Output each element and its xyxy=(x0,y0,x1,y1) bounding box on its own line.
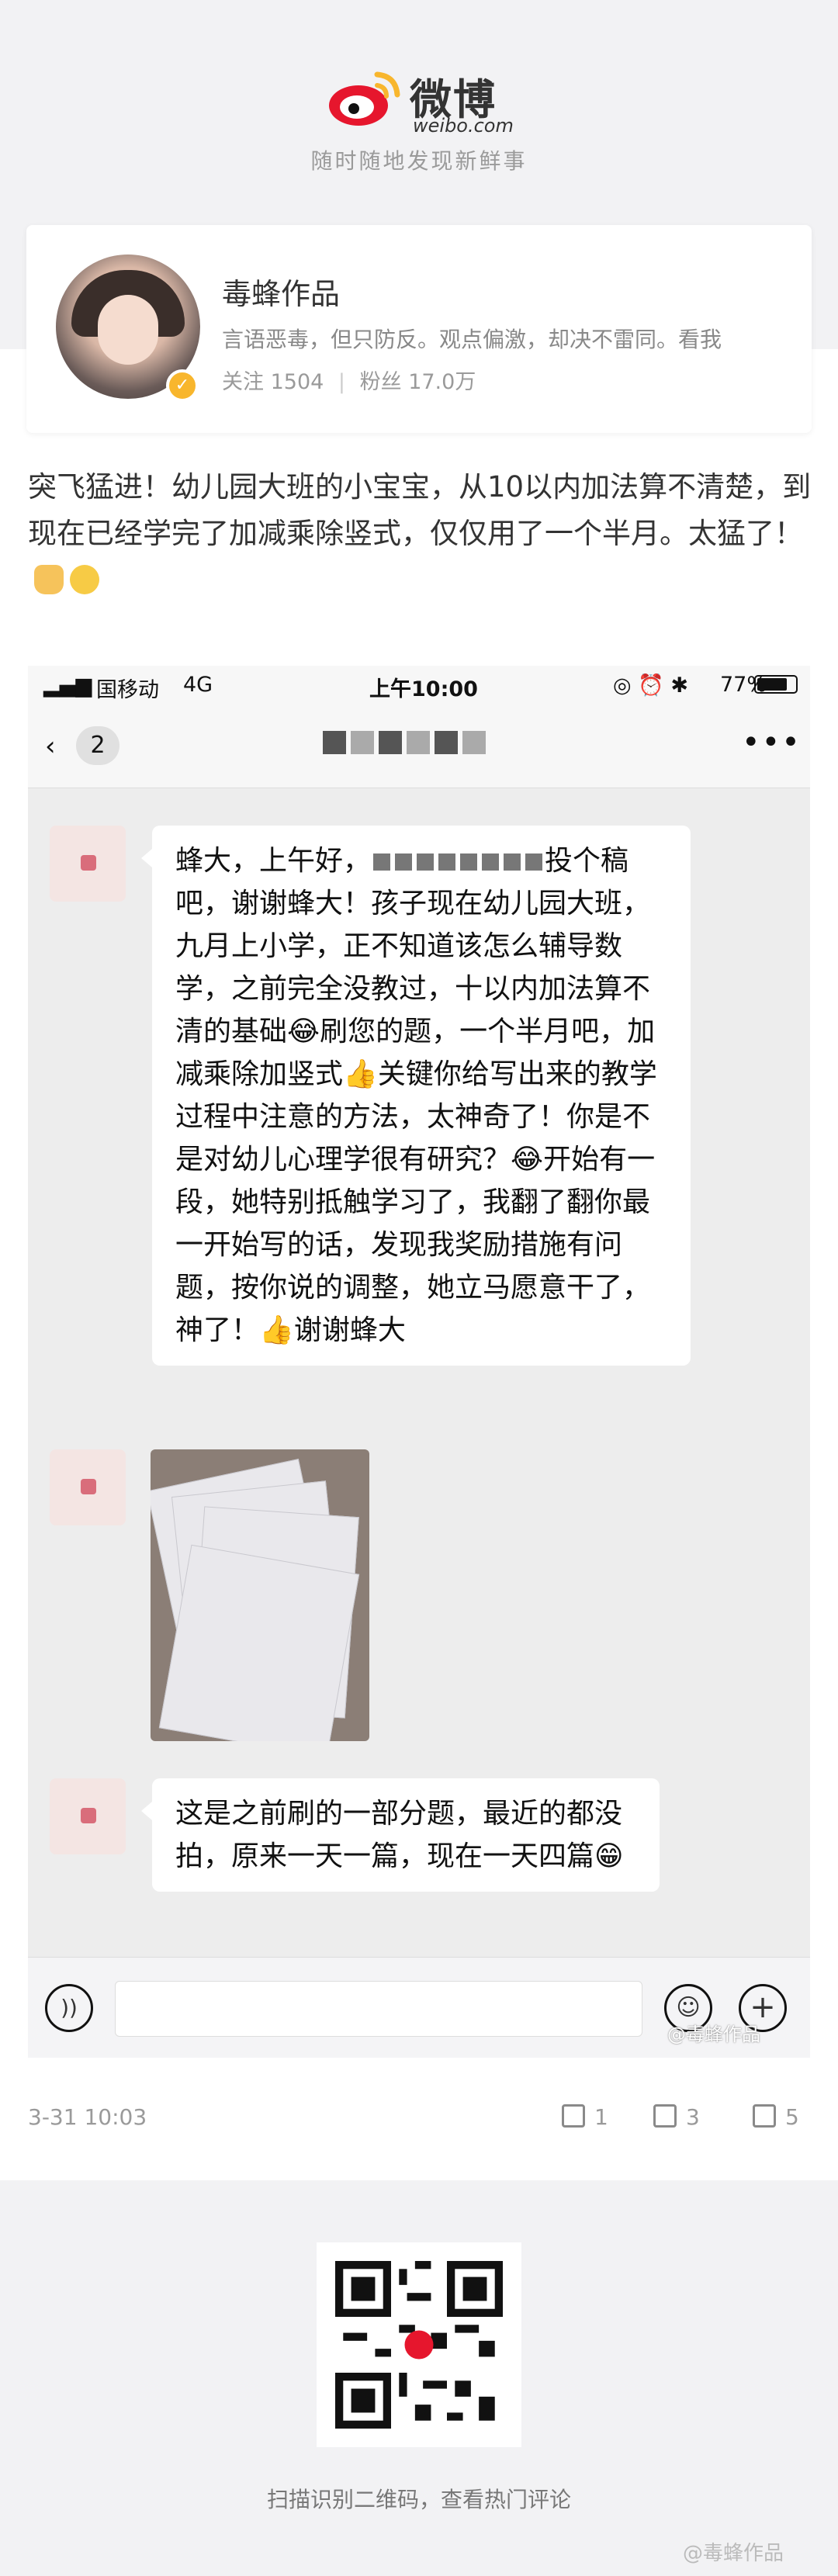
qr-caption: 扫描识别二维码，查看热门评论 xyxy=(266,2487,571,2512)
comment-button[interactable]: 3 xyxy=(653,2104,700,2130)
followers-label: 粉丝 xyxy=(359,370,402,394)
unread-badge[interactable]: 2 xyxy=(76,726,119,765)
share-button[interactable]: 1 xyxy=(562,2104,608,2130)
like-button[interactable]: 5 xyxy=(753,2104,799,2130)
chat-bubble[interactable]: 蜂大，上午好， 投个稿吧，谢谢蜂大！孩子现在幼儿园大班，九月上小学，正不知道该怎么… xyxy=(141,826,691,1366)
share-count: 1 xyxy=(594,2104,608,2130)
weibo-logo-icon xyxy=(329,71,400,126)
alarm-bluetooth-icon: ◎ ⏰ ✱ xyxy=(613,673,688,698)
kiss-emoji-icon xyxy=(70,565,99,594)
message-text: 蜂大，上午好， xyxy=(175,845,372,877)
carrier-name: 国移动 xyxy=(96,678,159,702)
chat-title-mosaic xyxy=(323,731,556,762)
like-icon xyxy=(753,2104,776,2128)
verified-badge-icon: ✓ xyxy=(166,369,199,402)
voice-icon[interactable]: )) xyxy=(45,1984,93,2032)
comment-icon xyxy=(653,2104,677,2128)
weibo-header: 微博 weibo.com xyxy=(0,54,838,140)
followers-count: 17.0万 xyxy=(408,370,476,394)
share-icon xyxy=(562,2104,585,2128)
profile-name[interactable]: 毒蜂作品 xyxy=(222,270,340,313)
bottom-watermark: @毒蜂作品 xyxy=(683,2542,784,2565)
signal-icon: ▂▄▆ xyxy=(43,673,92,698)
worksheet-photo[interactable] xyxy=(151,1449,369,1741)
battery-icon xyxy=(754,675,798,694)
network-type: 4G xyxy=(183,673,213,697)
logo-domain: weibo.com xyxy=(413,115,514,137)
post-date: 3-31 10:03 xyxy=(28,2104,147,2130)
qr-code[interactable] xyxy=(317,2242,521,2447)
message-text: 投个稿吧，谢谢蜂大！孩子现在幼儿园大班，九月上小学，正不知道该怎么辅导数学，之前… xyxy=(175,845,657,1346)
chat-nav-bar: ‹ 2 ••• xyxy=(28,703,810,788)
chat-avatar[interactable] xyxy=(50,826,126,902)
post-body: 突飞猛进！幼儿园大班的小宝宝，从10以内加法算不清楚，到现在已经学完了加减乘除竖… xyxy=(28,470,812,550)
avatar-face xyxy=(98,295,158,365)
phone-status-bar: ▂▄▆ 国移动 4G 上午10:00 ◎ ⏰ ✱ 77% xyxy=(28,666,810,703)
chat-avatar[interactable] xyxy=(50,1778,126,1854)
following-label: 关注 xyxy=(222,370,264,394)
image-watermark: @毒蜂作品 xyxy=(667,2024,760,2045)
more-button[interactable]: ••• xyxy=(742,725,802,760)
back-button[interactable]: ‹ xyxy=(45,731,56,762)
comment-count: 3 xyxy=(686,2104,700,2130)
status-time: 上午10:00 xyxy=(369,677,478,701)
profile-stats: 关注 1504 | 粉丝 17.0万 xyxy=(222,365,476,395)
qr-code-icon xyxy=(335,2261,503,2429)
like-count: 5 xyxy=(785,2104,799,2130)
chat-bubble[interactable]: 这是之前刷的一部分题，最近的都没拍，原来一天一篇，现在一天四篇😁 xyxy=(141,1778,660,1892)
post-meta-row: 3-31 10:03 1 3 5 xyxy=(28,2104,810,2138)
chat-screenshot[interactable]: ▂▄▆ 国移动 4G 上午10:00 ◎ ⏰ ✱ 77% ‹ 2 ••• 蜂大，… xyxy=(28,666,810,2058)
profile-bio: 言语恶毒，但只防反。观点偏激，却决不雷同。看我 xyxy=(222,327,722,352)
chat-avatar[interactable] xyxy=(50,1449,126,1525)
profile-card[interactable]: ✓ 毒蜂作品 言语恶毒，但只防反。观点偏激，却决不雷同。看我 关注 1504 |… xyxy=(26,225,812,433)
message-input[interactable] xyxy=(115,1981,642,2037)
following-count: 1504 xyxy=(270,370,324,394)
tagline: 随时随地发现新鲜事 xyxy=(310,148,528,174)
post-text: 突飞猛进！幼儿园大班的小宝宝，从10以内加法算不清楚，到现在已经学完了加减乘除竖… xyxy=(28,464,812,604)
stats-divider: | xyxy=(338,370,346,394)
thumbs-up-emoji-icon xyxy=(34,565,64,594)
